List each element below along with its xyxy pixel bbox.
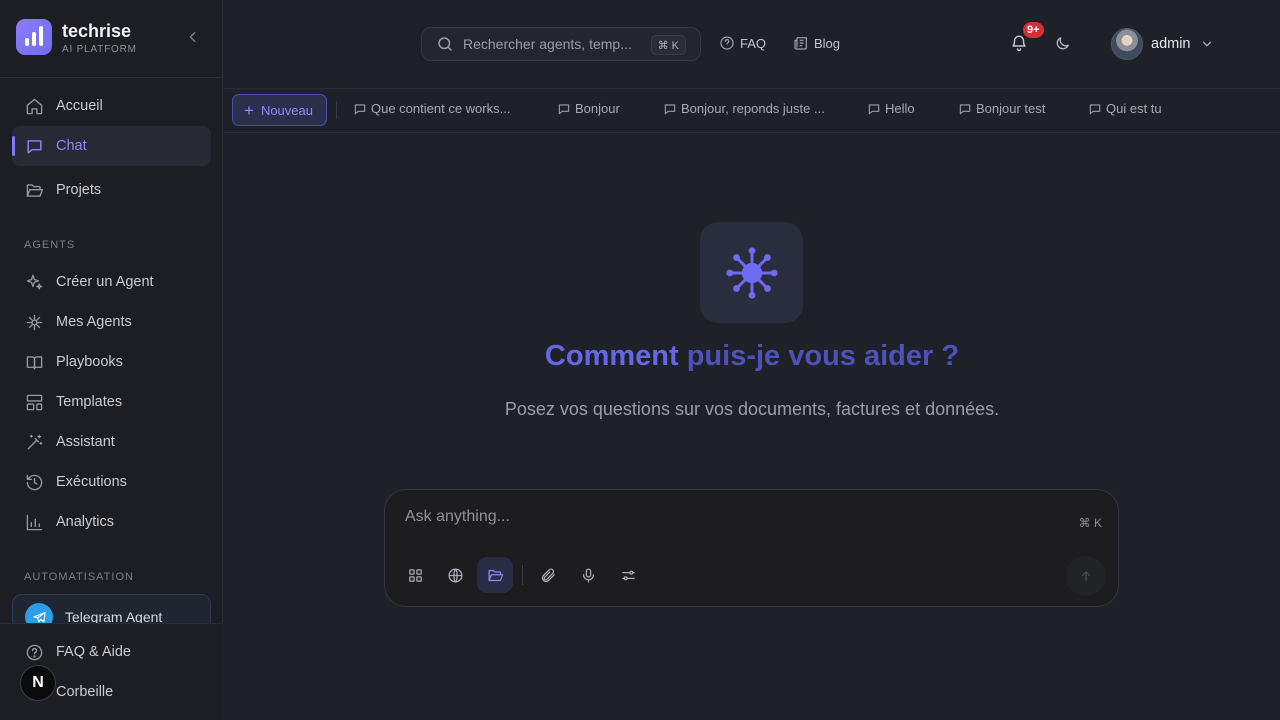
section-label-automation: AUTOMATISATION — [24, 571, 134, 583]
chat-icon — [958, 102, 972, 116]
chat-tab-label: Bonjour — [575, 101, 620, 116]
globe-icon[interactable] — [437, 557, 473, 593]
chat-icon — [24, 136, 44, 156]
chat-tab-label: Bonjour, reponds juste ... — [681, 101, 825, 116]
sidebar: techrise AI PLATFORM Accueil Chat Projet… — [0, 0, 223, 720]
plus-icon: + — [244, 100, 254, 120]
chat-tab-label: Qui est tu — [1106, 101, 1162, 116]
nav-item-analytics[interactable]: Analytics — [12, 502, 211, 542]
send-button[interactable] — [1066, 556, 1106, 596]
brand-logo-icon — [16, 19, 52, 55]
divider — [0, 77, 223, 78]
settings-sliders-icon[interactable] — [610, 557, 646, 593]
brand-subtitle: AI PLATFORM — [62, 43, 137, 55]
nav-item-executions[interactable]: Exécutions — [12, 462, 211, 502]
help-circle-icon — [719, 35, 735, 51]
chat-icon — [353, 102, 367, 116]
nav-item-templates[interactable]: Templates — [12, 382, 211, 422]
blog-link-label: Blog — [814, 35, 841, 51]
microphone-icon[interactable] — [570, 557, 606, 593]
page-title-part: puis-je vous aider ? — [686, 340, 960, 372]
nav-item-label: Accueil — [56, 98, 103, 114]
chat-tab-label: Hello — [885, 101, 915, 116]
agents-icon — [24, 312, 44, 332]
agent-hub-icon — [700, 222, 803, 323]
magic-wand-icon — [24, 432, 44, 452]
nav-item-creer-agent[interactable]: Créer un Agent — [12, 262, 211, 302]
chat-icon — [557, 102, 571, 116]
folder-open-icon — [24, 180, 44, 200]
search-bar[interactable]: ⌘ K — [421, 27, 701, 61]
chevron-down-icon[interactable] — [1200, 37, 1214, 51]
nav-item-mes-agents[interactable]: Mes Agents — [12, 302, 211, 342]
chat-icon — [663, 102, 677, 116]
nav-item-label: Templates — [56, 394, 123, 410]
chat-tab-label: Bonjour test — [976, 101, 1046, 116]
chat-tab[interactable]: Qui est tu — [1088, 101, 1162, 116]
home-icon — [24, 96, 44, 116]
blog-link[interactable]: Blog — [793, 35, 840, 51]
chat-tab-label: Que contient ce works... — [371, 101, 511, 116]
avatar[interactable] — [1111, 28, 1143, 60]
chevron-left-icon[interactable] — [186, 30, 200, 46]
faq-link[interactable]: FAQ — [719, 35, 766, 51]
new-chat-label: Nouveau — [260, 102, 313, 118]
page-subtitle: Posez vos questions sur vos documents, f… — [504, 399, 1000, 419]
chat-composer: ⌘ K — [384, 489, 1119, 607]
nav-item-label: Chat — [56, 138, 87, 154]
chat-tab[interactable]: Bonjour test — [958, 101, 1045, 116]
history-icon — [24, 472, 44, 492]
notification-badge: 9+ — [1021, 20, 1046, 40]
nav-item-label: Corbeille — [56, 684, 114, 700]
section-label-agents: AGENTS — [24, 239, 76, 251]
search-icon — [436, 35, 454, 53]
dev-badge[interactable]: N — [20, 665, 56, 701]
help-circle-icon — [24, 642, 44, 662]
chat-tab[interactable]: Bonjour — [557, 101, 620, 116]
divider — [522, 565, 523, 585]
nav-item-label: Créer un Agent — [56, 274, 154, 290]
input-shortcut: ⌘ K — [1078, 516, 1102, 530]
nav-item-chat[interactable]: Chat — [12, 126, 211, 166]
username[interactable]: admin — [1151, 36, 1191, 52]
chat-tab[interactable]: Que contient ce works... — [353, 101, 510, 116]
chat-input[interactable] — [405, 508, 1005, 526]
bar-chart-icon — [24, 512, 44, 532]
nav-item-assistant[interactable]: Assistant — [12, 422, 211, 462]
sparkles-icon — [24, 272, 44, 292]
nav-item-label: Exécutions — [56, 474, 127, 490]
brand-name: techrise — [62, 20, 132, 41]
nav-item-label: FAQ & Aide — [56, 644, 131, 660]
folder-open-icon[interactable] — [477, 557, 513, 593]
chat-icon — [867, 102, 881, 116]
divider — [336, 101, 337, 119]
book-icon — [24, 352, 44, 372]
nav-item-label: Assistant — [56, 434, 115, 450]
chat-icon — [1088, 102, 1102, 116]
search-shortcut: ⌘ K — [650, 35, 686, 55]
page-title: Comment puis-je vous aider ? — [430, 340, 1074, 373]
nav-item-playbooks[interactable]: Playbooks — [12, 342, 211, 382]
nav-item-label: Analytics — [56, 514, 115, 530]
paperclip-icon[interactable] — [530, 557, 566, 593]
brand[interactable]: techrise AI PLATFORM — [16, 19, 137, 55]
faq-link-label: FAQ — [740, 35, 767, 51]
page-title-part: Comment — [544, 340, 687, 372]
grid-icon[interactable] — [397, 557, 433, 593]
newspaper-icon — [793, 35, 809, 51]
nav-item-accueil[interactable]: Accueil — [12, 86, 211, 126]
search-input[interactable] — [463, 36, 653, 52]
nav-item-label: Playbooks — [56, 354, 123, 370]
chat-tab[interactable]: Hello — [867, 101, 915, 116]
new-chat-button[interactable]: + Nouveau — [232, 94, 327, 126]
nav-item-label: Mes Agents — [56, 314, 132, 330]
chat-tab[interactable]: Bonjour, reponds juste ... — [663, 101, 825, 116]
layout-icon — [24, 392, 44, 412]
nav-item-label: Projets — [56, 182, 102, 198]
moon-icon[interactable] — [1054, 35, 1071, 52]
arrow-up-icon — [1081, 571, 1091, 581]
nav-item-projets[interactable]: Projets — [12, 170, 211, 210]
